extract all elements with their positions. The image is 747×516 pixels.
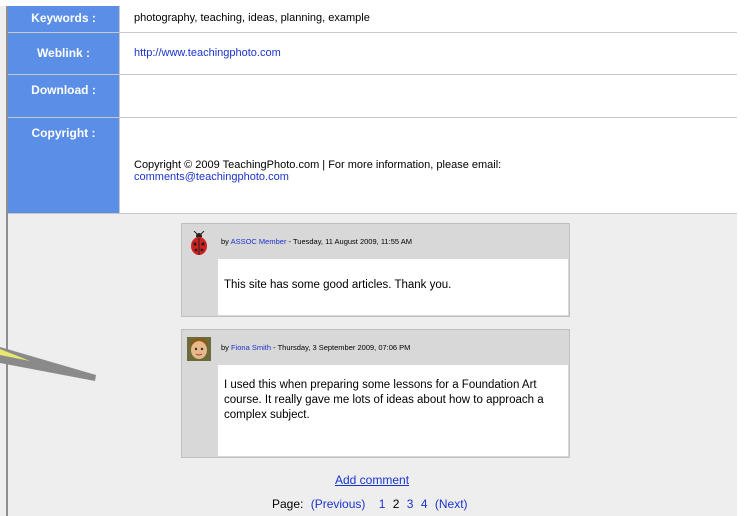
user-photo-avatar-icon (187, 337, 211, 361)
resource-details-table: Keywords : photography, teaching, ideas,… (8, 6, 737, 214)
contact-email-link[interactable]: comments@teachingphoto.com (134, 171, 289, 183)
download-label: Download : (8, 74, 120, 118)
comment-author-link[interactable]: ASSOC Member (231, 237, 287, 246)
pagination-label: Page: (272, 497, 304, 511)
keywords-value: photography, teaching, ideas, planning, … (119, 6, 737, 33)
pagination-previous-link[interactable]: (Previous) (311, 497, 366, 511)
pagination-next-link[interactable]: (Next) (435, 497, 468, 511)
copyright-label: Copyright : (8, 117, 120, 214)
page-1-link[interactable]: 1 (379, 497, 386, 511)
weblink-label: Weblink : (8, 32, 120, 75)
pointer-arrow-icon (0, 347, 96, 381)
ladybug-avatar-icon (191, 231, 207, 255)
comment-header: by Fiona Smith - Thursday, 3 September 2… (218, 330, 569, 365)
comment-header: by ASSOC Member - Tuesday, 11 August 200… (218, 224, 569, 259)
comment-1: by ASSOC Member - Tuesday, 11 August 200… (181, 223, 570, 317)
comment-author-link[interactable]: Fiona Smith (231, 343, 271, 352)
comment-by-prefix: by (221, 237, 229, 246)
current-page: 2 (392, 497, 400, 511)
comment-by-prefix: by (221, 343, 229, 352)
download-value (119, 74, 737, 118)
weblink-row: Weblink : http://www.teachingphoto.com (8, 32, 737, 75)
right-margin (737, 6, 747, 516)
download-row: Download : (8, 74, 737, 118)
copyright-text: Copyright © 2009 TeachingPhoto.com | For… (134, 158, 502, 171)
comment-2: by Fiona Smith - Thursday, 3 September 2… (181, 329, 570, 458)
comment-date: - Thursday, 3 September 2009, 07:06 PM (271, 343, 411, 352)
keywords-label: Keywords : (8, 6, 120, 33)
comment-body: This site has some good articles. Thank … (218, 259, 568, 315)
copyright-row: Copyright : Copyright © 2009 TeachingPho… (8, 117, 737, 214)
page-3-link[interactable]: 3 (407, 497, 414, 511)
page-4-link[interactable]: 4 (421, 497, 428, 511)
keywords-row: Keywords : photography, teaching, ideas,… (8, 6, 737, 33)
add-comment-link[interactable]: Add comment (335, 473, 409, 487)
comment-body: I used this when preparing some lessons … (218, 365, 568, 456)
weblink-link[interactable]: http://www.teachingphoto.com (134, 47, 281, 59)
pagination: Page: (Previous) 1 2 3 4 (Next) (272, 497, 468, 511)
comment-date: - Tuesday, 11 August 2009, 11:55 AM (286, 237, 412, 246)
